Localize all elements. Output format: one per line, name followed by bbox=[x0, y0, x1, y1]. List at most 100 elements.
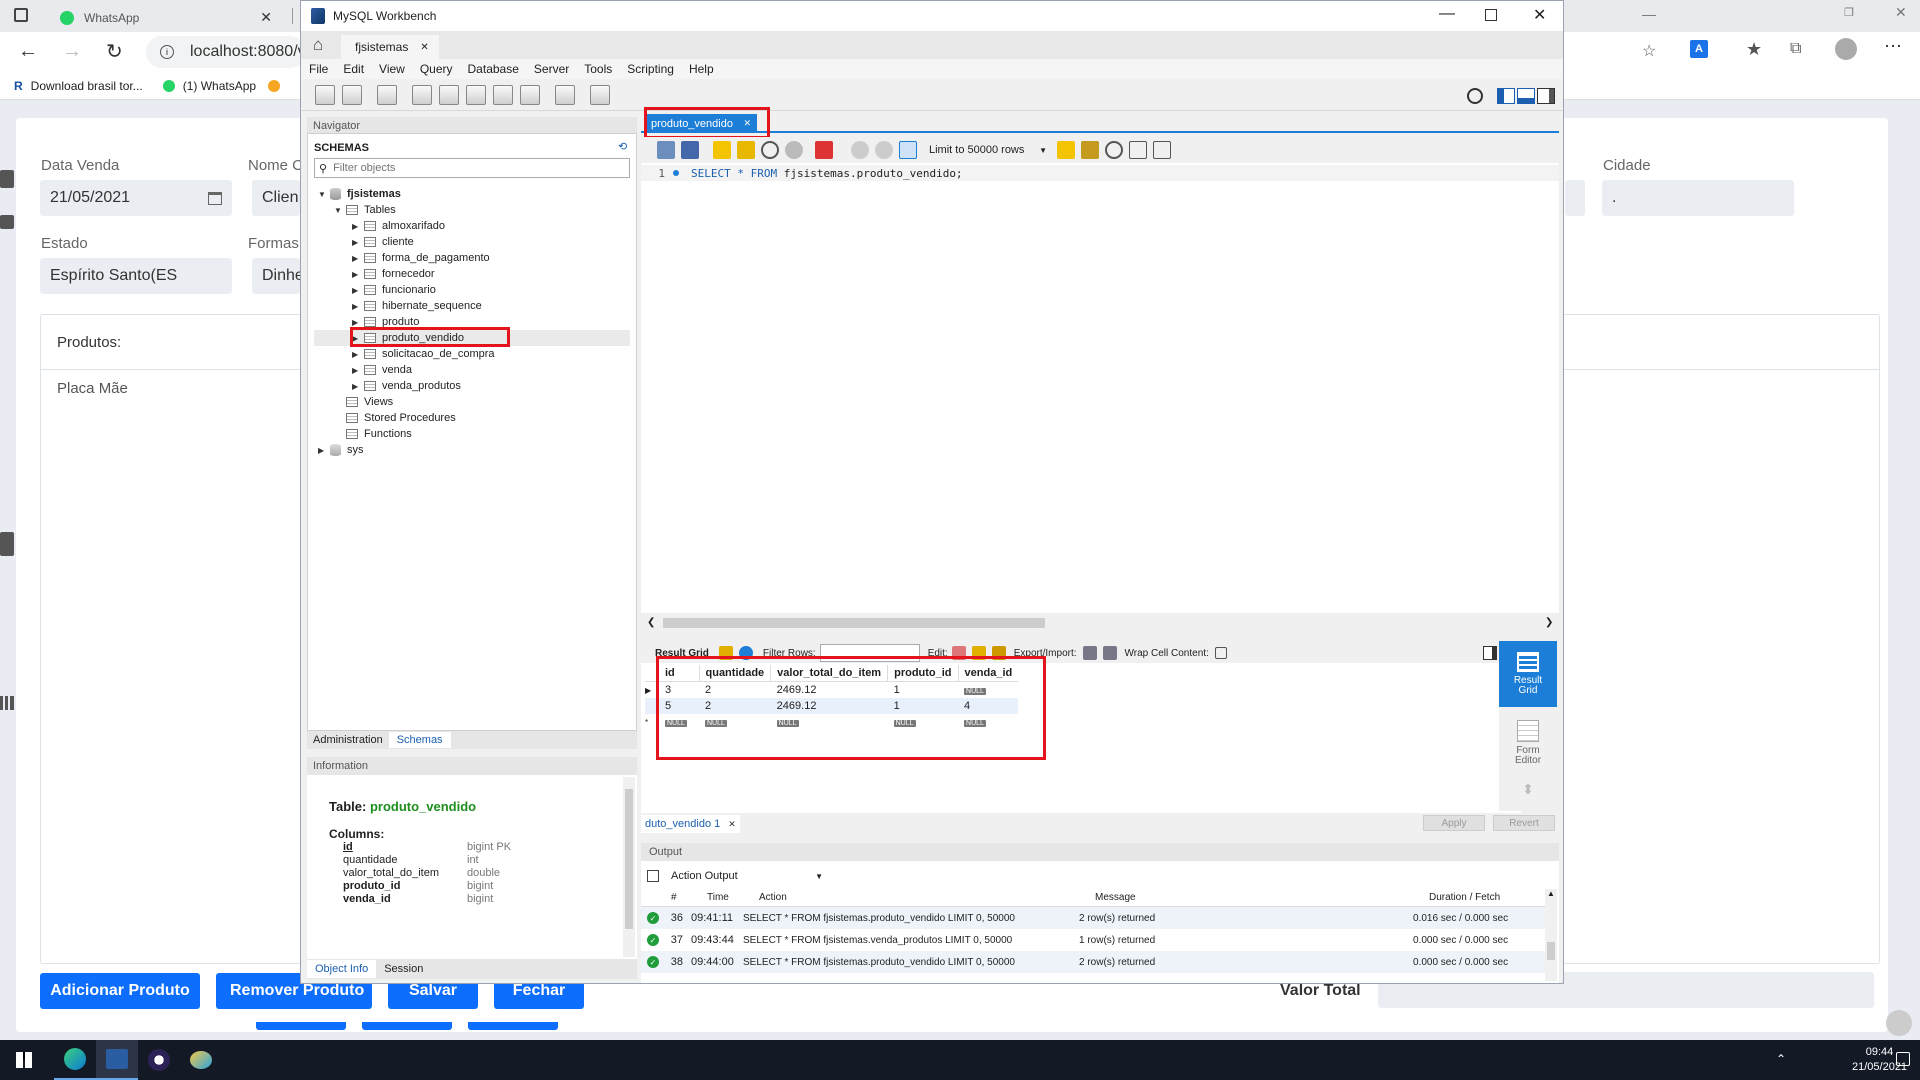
reload-icon[interactable]: ↻ bbox=[106, 39, 123, 64]
profile-avatar[interactable] bbox=[1835, 38, 1857, 60]
stop-icon[interactable] bbox=[785, 141, 803, 159]
create-procedure-icon[interactable] bbox=[493, 84, 513, 105]
result-cell[interactable]: NULL bbox=[699, 714, 771, 730]
result-cell[interactable]: NULL bbox=[771, 714, 888, 730]
menu-scripting[interactable]: Scripting bbox=[627, 62, 674, 76]
beautify-icon[interactable] bbox=[1081, 141, 1099, 159]
settings-icon[interactable] bbox=[1467, 88, 1483, 104]
toggle-error-icon[interactable] bbox=[815, 141, 833, 159]
save-icon[interactable] bbox=[681, 141, 699, 159]
collapsed-arrow-icon[interactable]: ▶ bbox=[352, 382, 360, 391]
menu-server[interactable]: Server bbox=[534, 62, 569, 76]
tree-schema-fjsistemas[interactable]: ▼ fjsistemas bbox=[318, 186, 401, 202]
collapsed-arrow-icon[interactable]: ▶ bbox=[352, 286, 360, 295]
windows-start-icon[interactable] bbox=[16, 1052, 32, 1068]
close-icon[interactable]: ✕ bbox=[743, 118, 751, 129]
taskbar-eclipse[interactable] bbox=[138, 1040, 180, 1080]
tree-table-item[interactable]: ▶ produto bbox=[352, 314, 419, 330]
chart-icon[interactable] bbox=[0, 696, 14, 710]
tree-table-item[interactable]: ▶ venda_produtos bbox=[352, 378, 461, 394]
filter-objects-field[interactable] bbox=[333, 162, 614, 174]
reconnect-icon[interactable] bbox=[590, 84, 610, 105]
data-venda-input[interactable]: 21/05/2021 bbox=[40, 180, 232, 216]
collapsed-arrow-icon[interactable]: ▶ bbox=[352, 318, 360, 327]
tree-procs-folder[interactable]: Stored Procedures bbox=[346, 410, 456, 426]
form-editor-side-button[interactable]: Form Editor bbox=[1499, 713, 1557, 773]
scroll-up-icon[interactable]: ▲ bbox=[1545, 889, 1557, 898]
tab-object-info[interactable]: Object Info bbox=[307, 960, 377, 978]
minimize-icon[interactable]: — bbox=[1439, 5, 1455, 23]
execute-icon[interactable] bbox=[713, 141, 731, 159]
side-icon[interactable] bbox=[0, 170, 14, 188]
forward-icon[interactable]: → bbox=[62, 40, 82, 63]
toggle-sidebar-icon[interactable] bbox=[1497, 88, 1515, 104]
info-scroll-thumb[interactable] bbox=[625, 789, 633, 929]
open-file-icon[interactable] bbox=[657, 141, 675, 159]
collapsed-arrow-icon[interactable]: ▶ bbox=[318, 446, 326, 455]
column-header[interactable]: valor_total_do_item bbox=[770, 665, 889, 682]
invisible-chars-icon[interactable] bbox=[1129, 141, 1147, 159]
info-icon[interactable]: i bbox=[160, 45, 174, 59]
back-icon[interactable]: ← bbox=[18, 40, 38, 63]
result-grid-side-button[interactable]: Result Grid bbox=[1499, 641, 1557, 707]
refresh-icon[interactable]: ⟲ bbox=[618, 140, 627, 153]
menu-database[interactable]: Database bbox=[468, 62, 519, 76]
close-icon[interactable]: ✕ bbox=[260, 9, 272, 26]
output-row[interactable]: ✓ 37 09:43:44 SELECT * FROM fjsistemas.v… bbox=[641, 929, 1551, 951]
scroll-side-icon[interactable]: ⬍ bbox=[1519, 781, 1537, 807]
table-row-new[interactable]: * NULL NULL NULL NULL NULL bbox=[645, 714, 1018, 730]
limit-rows-select[interactable]: Limit to 50000 rows ▼ bbox=[923, 140, 1047, 160]
menu-query[interactable]: Query bbox=[420, 62, 453, 76]
formas-select[interactable]: Dinhe bbox=[252, 258, 304, 294]
execute-current-icon[interactable] bbox=[737, 141, 755, 159]
tree-table-item[interactable]: ▶ solicitacao_de_compra bbox=[352, 346, 495, 362]
tree-table-item-selected[interactable]: ▶ produto_vendido bbox=[314, 330, 630, 346]
connection-tab[interactable]: fjsistemas ✕ bbox=[341, 35, 439, 59]
commit-icon[interactable] bbox=[851, 141, 869, 159]
tree-table-item[interactable]: ▶ forma_de_pagamento bbox=[352, 250, 490, 266]
export-icon[interactable] bbox=[1082, 646, 1097, 660]
import-icon[interactable] bbox=[1102, 646, 1117, 660]
editor-hscrollbar[interactable]: ❮ ❯ bbox=[641, 615, 1559, 631]
collapsed-arrow-icon[interactable]: ▶ bbox=[352, 334, 360, 343]
collapsed-arrow-icon[interactable]: ▶ bbox=[352, 254, 360, 263]
apply-button[interactable]: Apply bbox=[1423, 815, 1485, 831]
grid-icon[interactable] bbox=[718, 646, 733, 660]
output-row[interactable]: ✓ 38 09:44:00 SELECT * FROM fjsistemas.p… bbox=[641, 951, 1551, 973]
tree-views-folder[interactable]: Views bbox=[346, 394, 393, 410]
search-table-data-icon[interactable] bbox=[555, 84, 575, 105]
wrap-lines-icon[interactable] bbox=[1153, 141, 1171, 159]
insert-row-icon[interactable] bbox=[971, 646, 986, 660]
menu-file[interactable]: File bbox=[309, 62, 328, 76]
scroll-left-icon[interactable]: ❮ bbox=[647, 617, 655, 628]
menu-tools[interactable]: Tools bbox=[584, 62, 612, 76]
column-header[interactable]: id bbox=[659, 665, 700, 682]
result-tab[interactable]: duto_vendido 1 ✕ bbox=[641, 815, 740, 833]
close-icon[interactable]: ✕ bbox=[728, 819, 736, 830]
tree-table-item[interactable]: ▶ almoxarifado bbox=[352, 218, 445, 234]
taskbar-edge[interactable] bbox=[54, 1040, 96, 1080]
column-header[interactable]: produto_id bbox=[887, 665, 959, 682]
delete-row-icon[interactable] bbox=[991, 646, 1006, 660]
info-scrollbar[interactable] bbox=[623, 777, 635, 957]
side-icon[interactable] bbox=[0, 532, 14, 556]
find-icon[interactable] bbox=[1105, 141, 1123, 159]
autocommit-icon[interactable] bbox=[899, 141, 917, 159]
collapsed-arrow-icon[interactable]: ▶ bbox=[352, 366, 360, 375]
tab-session[interactable]: Session bbox=[376, 963, 431, 975]
favorite-add-icon[interactable]: ☆ bbox=[1642, 41, 1656, 61]
cidade-input[interactable]: . bbox=[1602, 180, 1794, 216]
feedback-icon[interactable] bbox=[1886, 1010, 1912, 1036]
add-product-button[interactable]: Adicionar Produto bbox=[40, 973, 200, 1009]
result-cell[interactable]: NULL bbox=[659, 714, 699, 730]
copy-icon[interactable] bbox=[647, 870, 659, 882]
inspector-icon[interactable] bbox=[377, 84, 397, 105]
column-header[interactable]: venda_id bbox=[958, 665, 1018, 682]
result-cell[interactable]: NULL bbox=[888, 714, 958, 730]
result-cell[interactable]: NULL bbox=[958, 682, 1018, 699]
scroll-right-icon[interactable]: ❯ bbox=[1545, 617, 1553, 628]
estado-select[interactable]: Espírito Santo(ES bbox=[40, 258, 232, 294]
field-partial-input[interactable] bbox=[1565, 180, 1585, 216]
create-table-icon[interactable] bbox=[439, 84, 459, 105]
menu-view[interactable]: View bbox=[379, 62, 405, 76]
